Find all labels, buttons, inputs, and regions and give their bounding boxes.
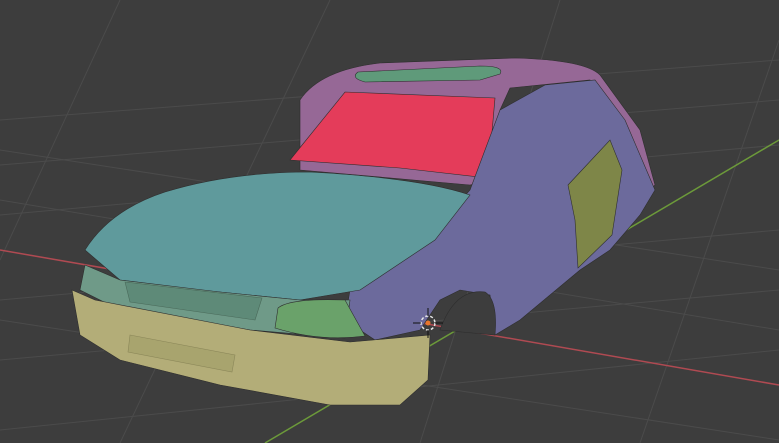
car-wheel-arch-front bbox=[439, 291, 496, 336]
car-model[interactable] bbox=[71, 57, 656, 406]
3d-viewport[interactable] bbox=[0, 0, 779, 443]
viewport-canvas[interactable] bbox=[0, 0, 779, 443]
